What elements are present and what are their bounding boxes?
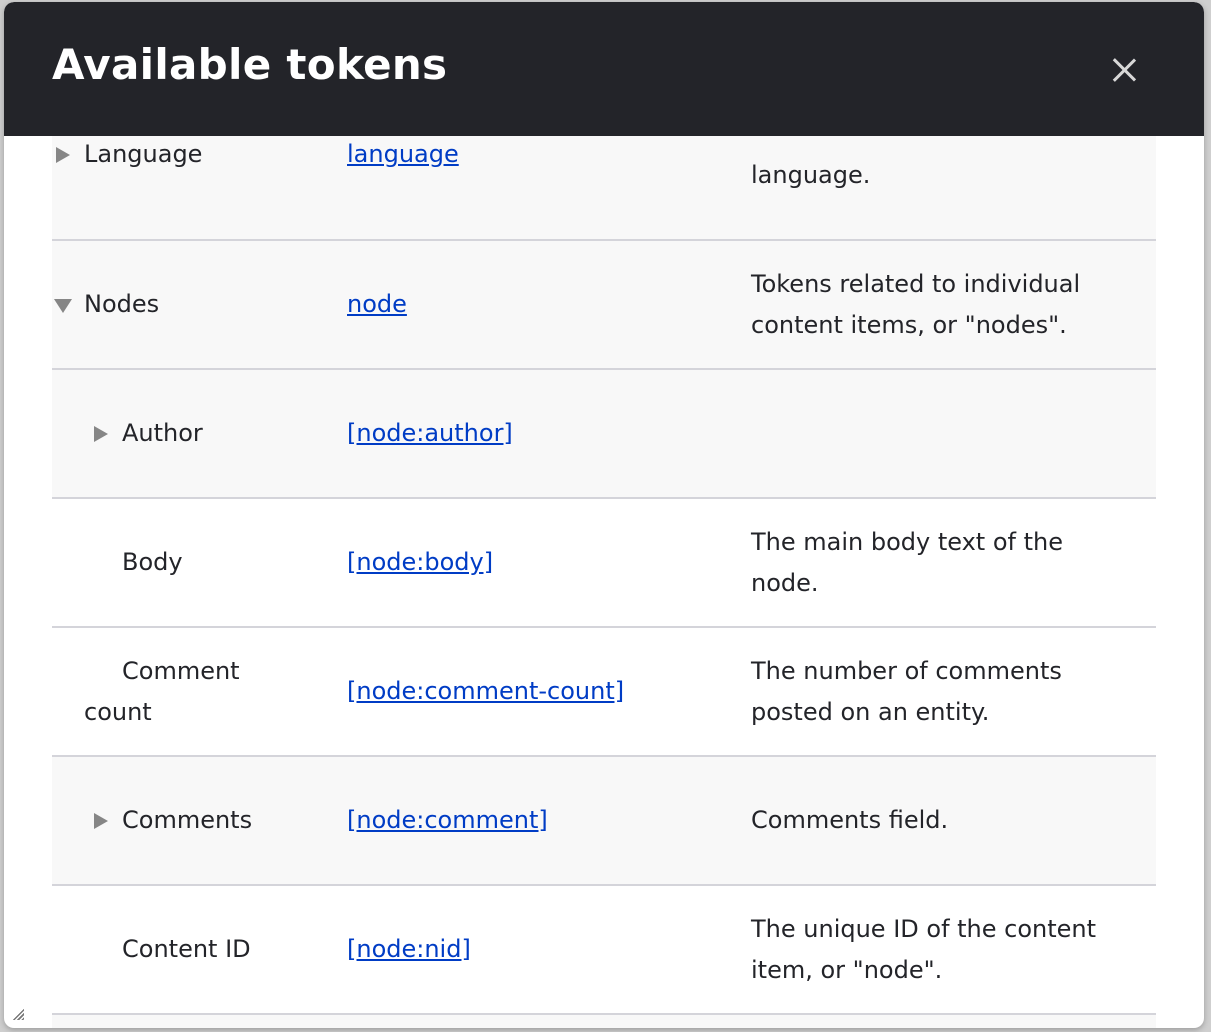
token-name-cell: Content ID [52, 885, 347, 1015]
token-description: The unique ID of the content item, or "n… [751, 885, 1156, 1015]
token-description: The number of comments posted on an enti… [751, 627, 1156, 757]
expand-triangle-icon[interactable] [94, 812, 108, 829]
token-link[interactable]: [node:author] [347, 419, 513, 447]
table-row: Nodes node Tokens related to individual … [52, 240, 1156, 370]
token-name: Content ID [122, 935, 251, 963]
token-table: Language language language. Nodes node T… [52, 70, 1156, 1015]
token-link[interactable]: [node:nid] [347, 935, 471, 963]
table-row: Body [node:body] The main body text of t… [52, 498, 1156, 628]
token-name-cell: Body [52, 498, 347, 628]
token-description: Comments field. [751, 756, 1156, 886]
token-name: Author [122, 419, 203, 447]
token-link[interactable]: [node:comment-count] [347, 677, 624, 705]
token-name-cell: Comments [52, 756, 347, 886]
token-link[interactable]: [node:body] [347, 548, 493, 576]
close-icon[interactable] [1110, 56, 1138, 84]
token-link[interactable]: [node:comment] [347, 806, 548, 834]
token-description: Tokens related to individual content ite… [751, 240, 1156, 370]
dialog-header: Available tokens [4, 2, 1204, 136]
dialog-title: Available tokens [52, 40, 448, 89]
token-name: Nodes [84, 290, 160, 318]
token-description [751, 369, 1156, 499]
token-link[interactable]: node [347, 290, 407, 318]
token-name-cell: Comment count [52, 627, 347, 757]
token-tree[interactable]: Language language language. Nodes node T… [52, 70, 1156, 1028]
token-name-cell: Nodes [52, 240, 347, 370]
table-row: Author [node:author] [52, 369, 1156, 499]
collapse-triangle-icon[interactable] [54, 298, 72, 313]
resize-grip-icon[interactable] [12, 1008, 24, 1020]
table-row: Comments [node:comment] Comments field. [52, 756, 1156, 886]
token-description: The main body text of the node. [751, 498, 1156, 628]
table-row: Content ID [node:nid] The unique ID of t… [52, 885, 1156, 1015]
token-name: Comment count [84, 656, 240, 726]
expand-triangle-icon[interactable] [94, 425, 108, 442]
token-link[interactable]: language [347, 140, 459, 168]
available-tokens-dialog: Available tokens Language language langu… [4, 2, 1204, 1028]
expand-triangle-icon[interactable] [56, 146, 70, 163]
token-name-cell: Author [52, 369, 347, 499]
token-name: Language [84, 140, 203, 168]
next-row-partial [52, 1015, 1156, 1028]
token-name: Comments [122, 806, 253, 834]
token-name: Body [122, 548, 183, 576]
table-row: Comment count [node:comment-count] The n… [52, 627, 1156, 757]
